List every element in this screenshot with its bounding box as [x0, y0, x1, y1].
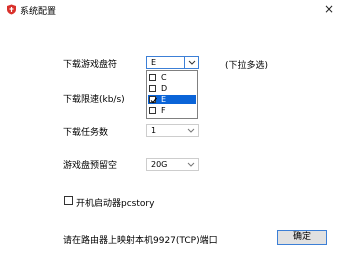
disk-option-d[interactable]: D	[148, 84, 196, 93]
disk-option-f[interactable]: F	[148, 106, 196, 115]
checkbox-checked[interactable]	[149, 96, 157, 104]
disk-select[interactable]: E	[146, 56, 199, 69]
option-label: D	[161, 84, 168, 93]
option-label: C	[161, 73, 167, 82]
chevron-down-icon[interactable]	[184, 159, 198, 170]
disk-option-e[interactable]: E	[148, 95, 196, 104]
disk-select-value: E	[151, 58, 157, 67]
checkbox[interactable]	[149, 74, 156, 81]
checkbox[interactable]	[149, 85, 156, 92]
tasks-select-value: 1	[151, 126, 157, 135]
disk-option-c[interactable]: C	[148, 73, 196, 82]
autostart-label[interactable]: 开机启动器pcstory	[76, 196, 154, 209]
checkbox[interactable]	[149, 107, 156, 114]
config-window: 系统配置 × 下载游戏盘符 E (下拉多选) C D E F 下载限速(kb/s…	[0, 0, 343, 254]
disk-dropdown-list: C D E F	[146, 70, 198, 119]
disk-label: 下载游戏盘符	[63, 60, 118, 70]
ok-button[interactable]: 确定	[277, 230, 327, 245]
tasks-label: 下载任务数	[63, 128, 109, 138]
checkmark-icon	[150, 97, 157, 104]
tasks-select[interactable]: 1	[146, 124, 199, 137]
reserve-select[interactable]: 20G	[146, 158, 199, 171]
speed-label: 下载限速(kb/s)	[63, 95, 125, 105]
window-title: 系统配置	[20, 7, 57, 17]
reserve-label: 游戏盘预留空	[63, 161, 118, 171]
title-bar: 系统配置 ×	[0, 0, 343, 20]
reserve-select-value: 20G	[151, 160, 168, 169]
close-icon[interactable]: ×	[320, 1, 338, 18]
option-label: E	[161, 95, 167, 104]
shield-icon	[6, 4, 17, 15]
autostart-checkbox[interactable]	[64, 196, 73, 205]
chevron-down-icon[interactable]	[184, 57, 198, 68]
option-label: F	[161, 106, 166, 115]
footer-note: 请在路由器上映射本机9927(TCP)端口	[63, 236, 218, 246]
chevron-down-icon[interactable]	[184, 125, 198, 136]
disk-hint: (下拉多选)	[225, 61, 269, 71]
